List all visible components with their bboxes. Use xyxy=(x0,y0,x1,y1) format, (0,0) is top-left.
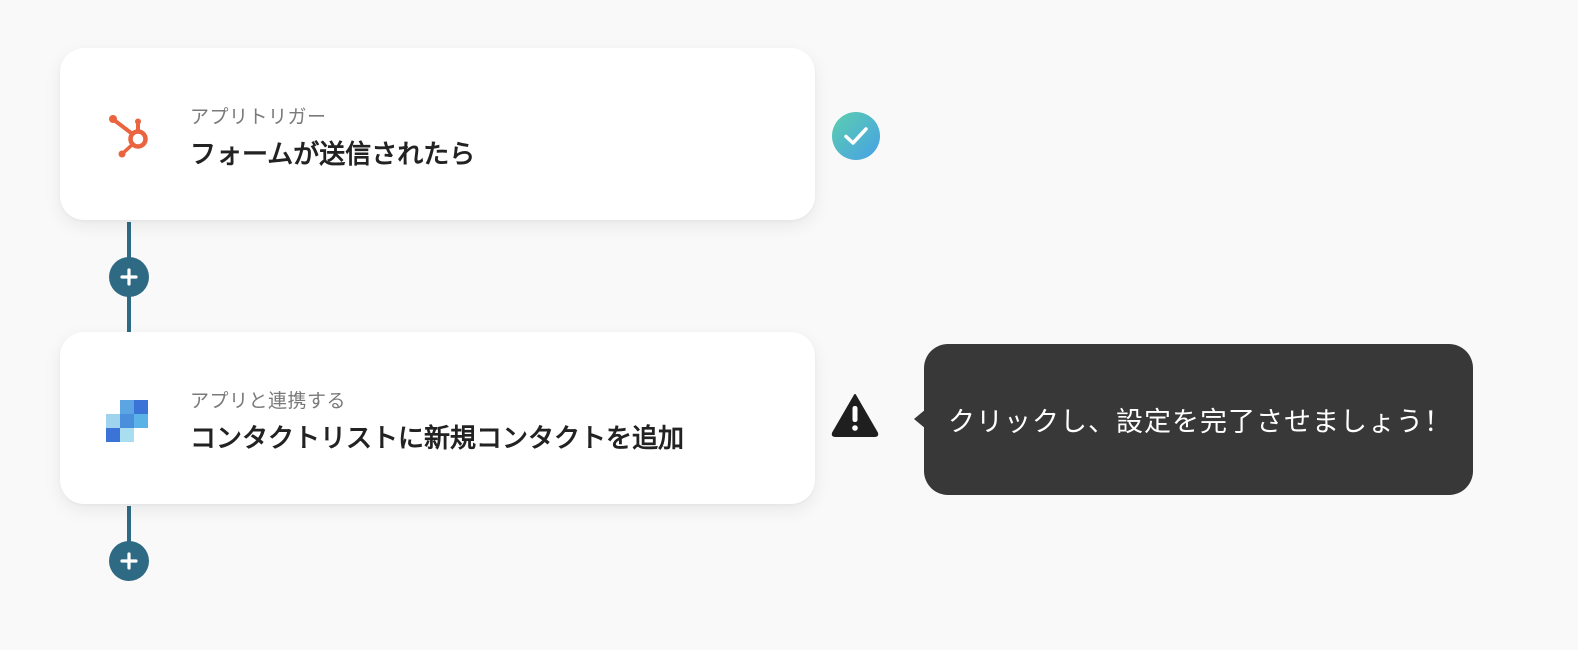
step-type-label: アプリトリガー xyxy=(190,106,327,128)
plus-icon xyxy=(120,552,138,570)
hubspot-icon xyxy=(106,110,154,158)
pixel-squares-app-icon xyxy=(106,394,154,442)
step-title: フォームが送信されたら xyxy=(190,140,476,170)
tooltip-arrow xyxy=(914,409,926,429)
add-step-button[interactable] xyxy=(109,257,149,297)
tooltip-text: クリックし、設定を完了させましょう！ xyxy=(948,407,1452,438)
plus-icon xyxy=(120,268,138,286)
setup-hint-tooltip: クリックし、設定を完了させましょう！ xyxy=(914,344,1473,495)
warning-triangle-icon xyxy=(830,392,880,438)
flow-connector-line xyxy=(127,506,131,546)
flow-step-card-trigger[interactable]: アプリトリガー フォームが送信されたら xyxy=(60,48,815,220)
check-circle-icon xyxy=(832,112,880,160)
flow-step-card-action[interactable]: アプリと連携する コンタクトリストに新規コンタクトを追加 xyxy=(60,332,815,504)
step-title: コンタクトリストに新規コンタクトを追加 xyxy=(190,424,685,454)
step-type-label: アプリと連携する xyxy=(190,390,347,412)
add-step-button[interactable] xyxy=(109,541,149,581)
